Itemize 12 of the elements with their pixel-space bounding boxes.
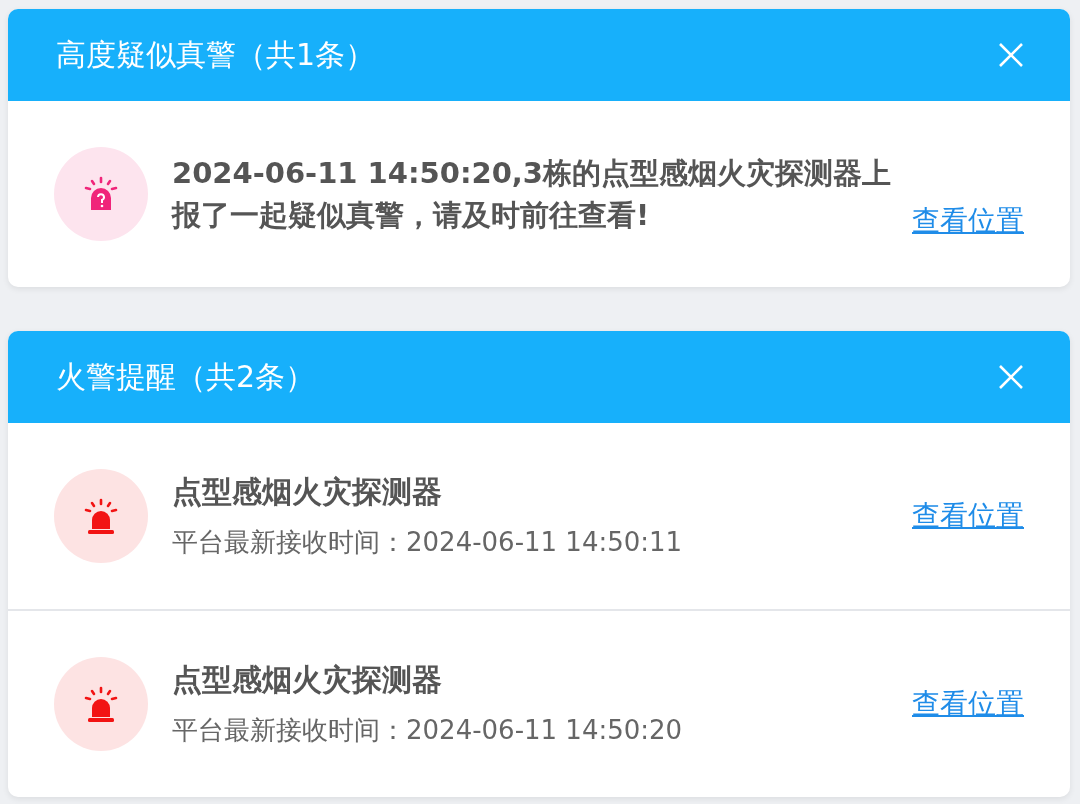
device-name: 点型感烟火灾探测器 bbox=[172, 661, 443, 699]
receive-time: 平台最新接收时间：2024-06-11 14:50:11 bbox=[172, 526, 684, 559]
close-icon[interactable] bbox=[998, 364, 1024, 390]
panel-title: 火警提醒（共2条） bbox=[56, 357, 316, 396]
view-location-link[interactable]: 查看位置 bbox=[912, 497, 1024, 535]
alarm-message: 2024-06-11 14:50:20,3栋的点型感烟火灾探测器上报了一起疑似真警，请及时前往查看! bbox=[172, 155, 893, 234]
device-name: 点型感烟火灾探测器 bbox=[172, 473, 443, 511]
receive-time: 平台最新接收时间：2024-06-11 14:50:20 bbox=[172, 714, 684, 747]
panel-title: 高度疑似真警（共1条） bbox=[56, 35, 376, 74]
view-location-link[interactable]: 查看位置 bbox=[912, 685, 1024, 723]
view-location-link[interactable]: 查看位置 bbox=[912, 202, 1024, 240]
close-icon[interactable] bbox=[998, 42, 1024, 68]
